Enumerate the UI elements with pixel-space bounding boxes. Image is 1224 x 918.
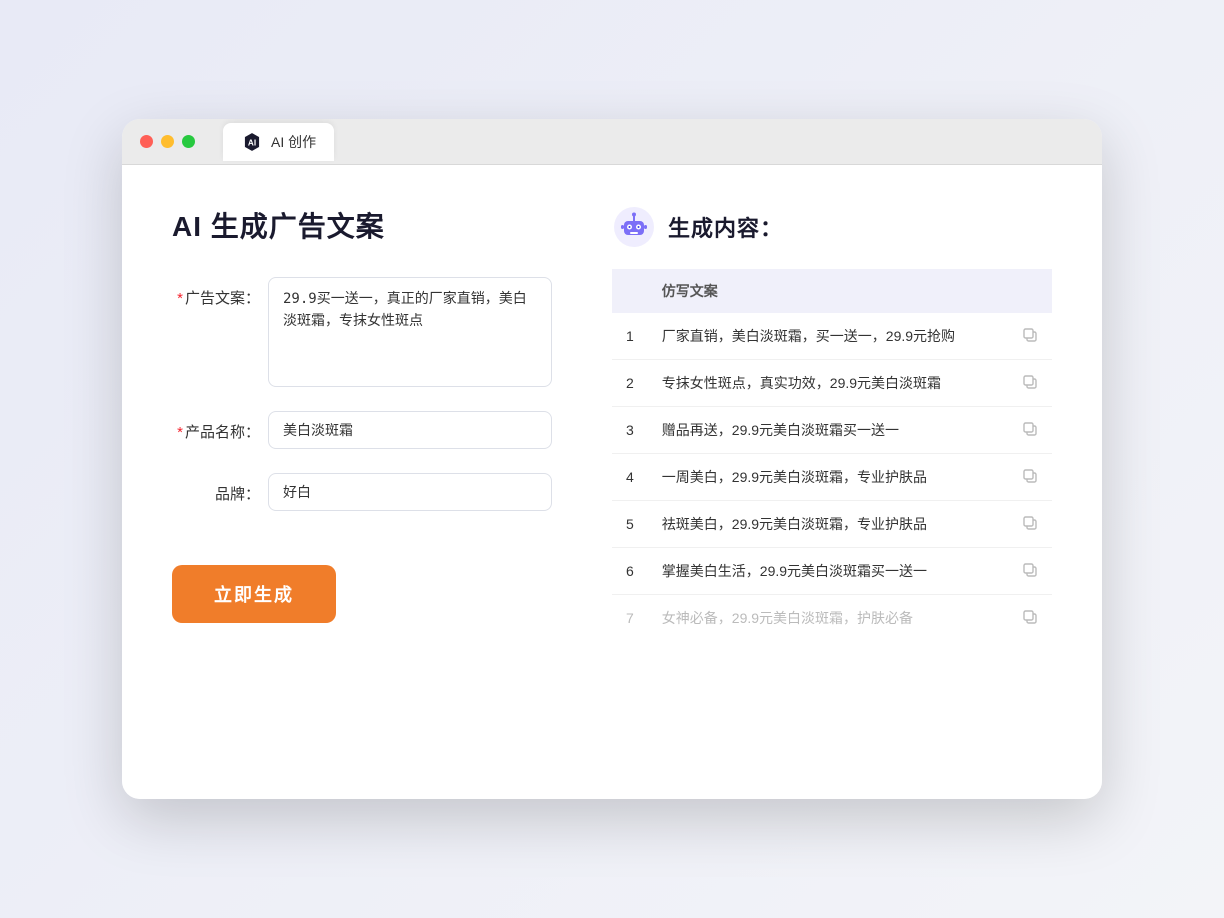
results-table: 仿写文案 1厂家直销，美白淡斑霜，买一送一，29.9元抢购2专抹女性斑点，真实功… (612, 269, 1052, 641)
form-group-brand: 品牌： (172, 473, 552, 511)
generate-button[interactable]: 立即生成 (172, 565, 336, 623)
table-row: 2专抹女性斑点，真实功效，29.9元美白淡斑霜 (612, 360, 1052, 407)
table-row: 6掌握美白生活，29.9元美白淡斑霜买一送一 (612, 548, 1052, 595)
copy-button[interactable] (1008, 313, 1052, 360)
row-number: 3 (612, 407, 648, 454)
row-number: 7 (612, 595, 648, 642)
copy-button[interactable] (1008, 595, 1052, 642)
form-group-product-name: *产品名称： (172, 411, 552, 449)
browser-window: AI AI 创作 AI 生成广告文案 *广告文案： 29.9买一送一，真正的厂家… (122, 119, 1102, 799)
tab-label: AI 创作 (271, 132, 316, 152)
left-panel: AI 生成广告文案 *广告文案： 29.9买一送一，真正的厂家直销，美白淡斑霜，… (172, 205, 552, 641)
table-row: 5祛斑美白，29.9元美白淡斑霜，专业护肤品 (612, 501, 1052, 548)
row-number: 4 (612, 454, 648, 501)
row-text: 女神必备，29.9元美白淡斑霜，护肤必备 (648, 595, 1008, 642)
row-text: 掌握美白生活，29.9元美白淡斑霜买一送一 (648, 548, 1008, 595)
col-text-header: 仿写文案 (648, 269, 1008, 313)
label-ad-copy: *广告文案： (172, 277, 260, 308)
copy-button[interactable] (1008, 407, 1052, 454)
right-title: 生成内容： (668, 211, 783, 243)
product-name-input[interactable] (268, 411, 552, 449)
page-title: AI 生成广告文案 (172, 205, 552, 245)
copy-button[interactable] (1008, 501, 1052, 548)
right-header: 生成内容： (612, 205, 1052, 249)
close-button[interactable] (140, 135, 153, 148)
ad-copy-input[interactable]: 29.9买一送一，真正的厂家直销，美白淡斑霜，专抹女性斑点 (268, 277, 552, 387)
browser-content: AI 生成广告文案 *广告文案： 29.9买一送一，真正的厂家直销，美白淡斑霜，… (122, 165, 1102, 799)
robot-icon (612, 205, 656, 249)
row-number: 6 (612, 548, 648, 595)
table-row: 7女神必备，29.9元美白淡斑霜，护肤必备 (612, 595, 1052, 642)
brand-input[interactable] (268, 473, 552, 511)
row-text: 专抹女性斑点，真实功效，29.9元美白淡斑霜 (648, 360, 1008, 407)
required-star-2: * (177, 424, 183, 441)
copy-button[interactable] (1008, 360, 1052, 407)
row-number: 2 (612, 360, 648, 407)
row-text: 祛斑美白，29.9元美白淡斑霜，专业护肤品 (648, 501, 1008, 548)
required-star-1: * (177, 290, 183, 307)
copy-button[interactable] (1008, 548, 1052, 595)
row-number: 5 (612, 501, 648, 548)
tab-ai-create[interactable]: AI AI 创作 (223, 123, 334, 161)
row-text: 一周美白，29.9元美白淡斑霜，专业护肤品 (648, 454, 1008, 501)
svg-text:AI: AI (248, 138, 256, 147)
right-panel: 生成内容： 仿写文案 1厂家直销，美白淡斑霜，买一送一，29.9元抢购2专抹女性… (612, 205, 1052, 641)
maximize-button[interactable] (182, 135, 195, 148)
col-copy-header (1008, 269, 1052, 313)
main-layout: AI 生成广告文案 *广告文案： 29.9买一送一，真正的厂家直销，美白淡斑霜，… (172, 205, 1052, 641)
row-text: 赠品再送，29.9元美白淡斑霜买一送一 (648, 407, 1008, 454)
table-row: 4一周美白，29.9元美白淡斑霜，专业护肤品 (612, 454, 1052, 501)
row-number: 1 (612, 313, 648, 360)
label-product-name: *产品名称： (172, 411, 260, 442)
label-brand: 品牌： (172, 473, 260, 504)
ai-tab-icon: AI (241, 131, 263, 153)
table-row: 3赠品再送，29.9元美白淡斑霜买一送一 (612, 407, 1052, 454)
row-text: 厂家直销，美白淡斑霜，买一送一，29.9元抢购 (648, 313, 1008, 360)
copy-button[interactable] (1008, 454, 1052, 501)
form-group-ad-copy: *广告文案： 29.9买一送一，真正的厂家直销，美白淡斑霜，专抹女性斑点 (172, 277, 552, 387)
titlebar: AI AI 创作 (122, 119, 1102, 165)
table-row: 1厂家直销，美白淡斑霜，买一送一，29.9元抢购 (612, 313, 1052, 360)
col-num-header (612, 269, 648, 313)
minimize-button[interactable] (161, 135, 174, 148)
